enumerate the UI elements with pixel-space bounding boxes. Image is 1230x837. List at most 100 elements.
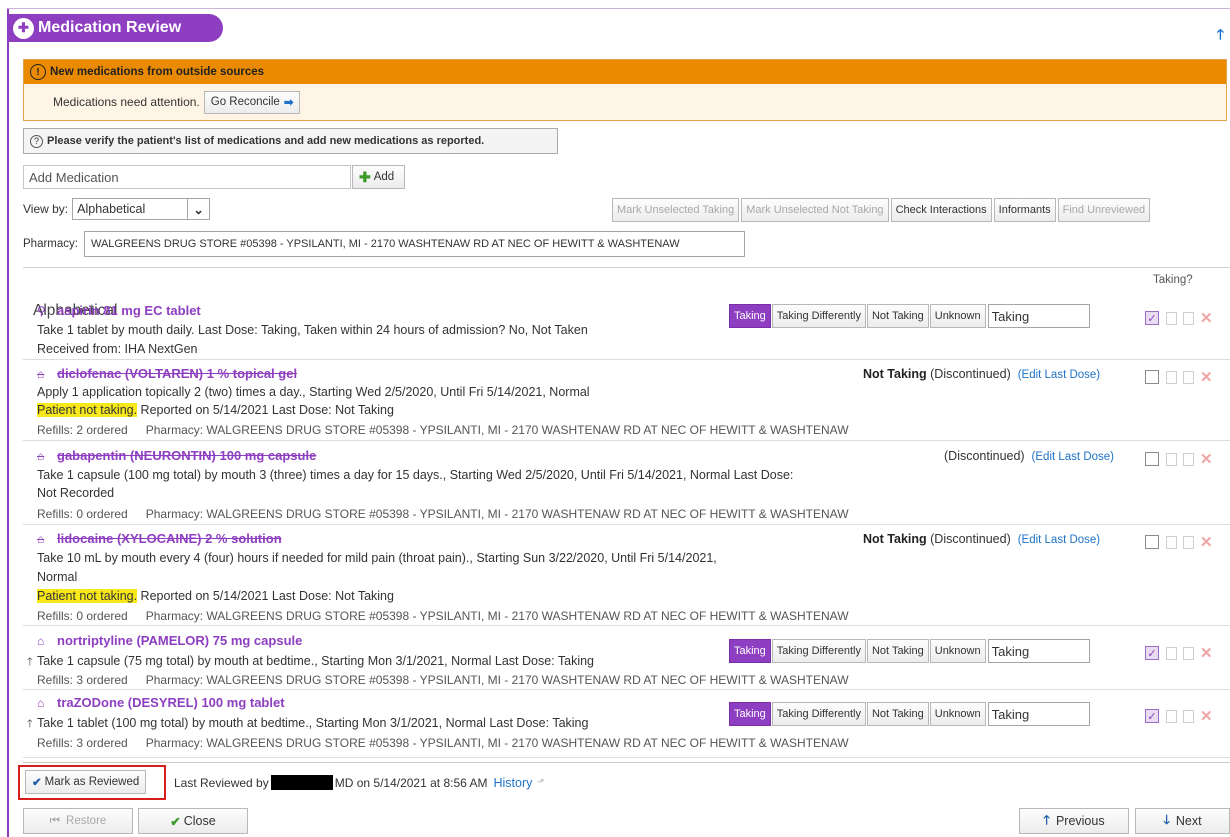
notes-icon[interactable] bbox=[1183, 452, 1194, 466]
status-not-taking-button[interactable]: Not Taking bbox=[866, 702, 929, 726]
med-refill: Refills: 3 ordered Pharmacy: WALGREENS DR… bbox=[37, 736, 849, 750]
pharmacy-label: Pharmacy: bbox=[23, 238, 78, 250]
document-icon[interactable] bbox=[1166, 311, 1177, 325]
taking-checkbox[interactable] bbox=[1145, 370, 1159, 384]
status-select[interactable]: Taking bbox=[987, 304, 1090, 328]
status-taking-button[interactable]: Taking bbox=[729, 304, 771, 328]
status-taking-button[interactable]: Taking bbox=[729, 702, 771, 726]
med-row-nortriptyline[interactable]: ⌂ nortriptyline (PAMELOR) 75 mg capsule 🡑… bbox=[23, 630, 1230, 690]
next-label: Next bbox=[1175, 814, 1202, 828]
taking-column-header: Taking? bbox=[1153, 274, 1193, 286]
status-taking-differently-button[interactable]: Taking Differently bbox=[771, 702, 866, 726]
status-select[interactable]: Taking bbox=[987, 639, 1090, 663]
document-icon[interactable] bbox=[1166, 709, 1177, 723]
status-taking-button[interactable]: Taking bbox=[729, 639, 771, 663]
medication-review-icon: ✚ bbox=[13, 17, 34, 39]
edit-last-dose-link[interactable]: (Edit Last Dose) bbox=[1032, 451, 1114, 463]
next-button[interactable]: 🡓 Next bbox=[1135, 808, 1230, 834]
status-taking-differently-button[interactable]: Taking Differently bbox=[771, 304, 866, 328]
row-actions: ✓ ✕ bbox=[1145, 309, 1213, 327]
help-icon: ? bbox=[30, 134, 43, 148]
top-divider bbox=[7, 8, 1230, 9]
taking-checkbox[interactable] bbox=[1145, 452, 1159, 466]
discontinued-status: Not Taking (Discontinued) (Edit Last Dos… bbox=[863, 532, 1100, 546]
mark-unselected-taking-button[interactable]: Mark Unselected Taking bbox=[612, 198, 740, 222]
add-label: Add bbox=[373, 171, 395, 183]
outside-meds-alert: ! New medications from outside sources M… bbox=[23, 59, 1227, 121]
document-icon[interactable] bbox=[1166, 452, 1177, 466]
last-reviewed: Last Reviewed by MD on 5/14/2021 at 8:56… bbox=[174, 775, 545, 790]
discontinued-status: Not Taking (Discontinued) (Edit Last Dos… bbox=[863, 367, 1100, 381]
taking-checkbox[interactable]: ✓ bbox=[1145, 646, 1159, 660]
med-row-lidocaine[interactable]: ⌂ lidocaine (XYLOCAINE) 2 % solution Take… bbox=[23, 528, 1230, 626]
delete-icon[interactable]: ✕ bbox=[1200, 707, 1213, 725]
alert-body: Medications need attention. Go Reconcile… bbox=[24, 84, 1226, 120]
status-taking-differently-button[interactable]: Taking Differently bbox=[771, 639, 866, 663]
row-actions: ✕ bbox=[1145, 533, 1213, 551]
med-sig: Take 1 tablet by mouth daily. Last Dose:… bbox=[37, 323, 588, 337]
med-row-gabapentin[interactable]: ⌂ gabapentin (NEURONTIN) 100 mg capsule T… bbox=[23, 445, 1230, 525]
med-name[interactable]: ⌂ diclofenac (VOLTAREN) 1 % topical gel bbox=[37, 366, 297, 381]
status-select[interactable]: Taking bbox=[987, 702, 1090, 726]
restore-button[interactable]: ⏮ Restore bbox=[23, 808, 133, 834]
go-reconcile-button[interactable]: Go Reconcile ➡ bbox=[203, 90, 301, 114]
med-name[interactable]: ⌂ lidocaine (XYLOCAINE) 2 % solution bbox=[37, 531, 282, 546]
med-refill: Refills: 0 ordered Pharmacy: WALGREENS DR… bbox=[37, 609, 849, 623]
med-row-aspirin[interactable]: ⚲ aspirin 81 mg EC tablet Take 1 tablet b… bbox=[23, 298, 1230, 360]
delete-icon[interactable]: ✕ bbox=[1200, 644, 1213, 662]
med-name[interactable]: ⌂ nortriptyline (PAMELOR) 75 mg capsule bbox=[37, 633, 302, 648]
med-name[interactable]: ⌂ gabapentin (NEURONTIN) 100 mg capsule bbox=[37, 448, 316, 463]
find-unreviewed-button[interactable]: Find Unreviewed bbox=[1057, 198, 1151, 222]
discontinued-label: (Discontinued) bbox=[944, 449, 1025, 463]
check-interactions-button[interactable]: Check Interactions bbox=[890, 198, 992, 222]
pharmacy-field[interactable]: WALGREENS DRUG STORE #05398 - YPSILANTI,… bbox=[83, 231, 745, 257]
pharmacy-text: Pharmacy: WALGREENS DRUG STORE #05398 - … bbox=[145, 736, 849, 750]
status-unknown-button[interactable]: Unknown bbox=[929, 304, 986, 328]
pharmacy-row: Pharmacy: WALGREENS DRUG STORE #05398 - … bbox=[23, 231, 745, 257]
discontinued-status: (Discontinued) (Edit Last Dose) bbox=[944, 449, 1114, 463]
document-icon[interactable] bbox=[1166, 535, 1177, 549]
informants-button[interactable]: Informants bbox=[993, 198, 1056, 222]
mark-unselected-not-taking-button[interactable]: Mark Unselected Not Taking bbox=[741, 198, 889, 222]
delete-icon[interactable]: ✕ bbox=[1200, 450, 1213, 468]
med-name[interactable]: ⌂ traZODone (DESYREL) 100 mg tablet bbox=[37, 695, 285, 710]
status-unknown-button[interactable]: Unknown bbox=[929, 702, 986, 726]
close-button[interactable]: ✔ Close bbox=[138, 808, 248, 834]
med-refill: Refills: 0 ordered Pharmacy: WALGREENS DR… bbox=[37, 507, 849, 521]
previous-button[interactable]: 🡑 Previous bbox=[1019, 808, 1129, 834]
delete-icon[interactable]: ✕ bbox=[1200, 533, 1213, 551]
section-nav[interactable]: 🡑 bbox=[1217, 24, 1224, 48]
med-sig: Take 1 capsule (75 mg total) by mouth at… bbox=[37, 654, 595, 668]
notes-icon[interactable] bbox=[1183, 709, 1194, 723]
document-icon[interactable] bbox=[1166, 646, 1177, 660]
status-not-taking-button[interactable]: Not Taking bbox=[866, 304, 929, 328]
arrow-up-icon[interactable]: 🡑 bbox=[1217, 26, 1224, 42]
taking-checkbox[interactable]: ✓ bbox=[1145, 311, 1159, 325]
med-sig: Apply 1 application topically 2 (two) ti… bbox=[37, 385, 590, 399]
status-unknown-button[interactable]: Unknown bbox=[929, 639, 986, 663]
edit-last-dose-link[interactable]: (Edit Last Dose) bbox=[1018, 369, 1100, 381]
add-medication-input[interactable]: Add Medication bbox=[23, 165, 351, 189]
med-row-trazodone[interactable]: ⌂ traZODone (DESYREL) 100 mg tablet 🡑 Tak… bbox=[23, 694, 1230, 758]
edit-last-dose-link[interactable]: (Edit Last Dose) bbox=[1018, 534, 1100, 546]
notes-icon[interactable] bbox=[1183, 311, 1194, 325]
arrow-up-icon: 🡑 bbox=[1043, 812, 1050, 827]
delete-icon[interactable]: ✕ bbox=[1200, 368, 1213, 386]
taking-checkbox[interactable] bbox=[1145, 535, 1159, 549]
med-row-diclofenac[interactable]: ⌂ diclofenac (VOLTAREN) 1 % topical gel A… bbox=[23, 363, 1230, 441]
home-icon: ⌂ bbox=[37, 531, 45, 546]
notes-icon[interactable] bbox=[1183, 646, 1194, 660]
history-link[interactable]: History bbox=[493, 776, 532, 790]
pharmacy-text: Pharmacy: WALGREENS DRUG STORE #05398 - … bbox=[145, 507, 849, 521]
taking-checkbox[interactable]: ✓ bbox=[1145, 709, 1159, 723]
delete-icon[interactable]: ✕ bbox=[1200, 309, 1213, 327]
med-name[interactable]: ⚲ aspirin 81 mg EC tablet bbox=[37, 303, 201, 318]
notes-icon[interactable] bbox=[1183, 535, 1194, 549]
add-medication-button[interactable]: ✚ Add bbox=[352, 165, 405, 189]
mark-as-reviewed-button[interactable]: ✔ Mark as Reviewed bbox=[25, 770, 147, 794]
view-by-select[interactable]: Alphabetical ⌄ bbox=[72, 198, 211, 220]
notes-icon[interactable] bbox=[1183, 370, 1194, 384]
not-taking-label: Not Taking bbox=[863, 367, 927, 381]
document-icon[interactable] bbox=[1166, 370, 1177, 384]
status-not-taking-button[interactable]: Not Taking bbox=[866, 639, 929, 663]
